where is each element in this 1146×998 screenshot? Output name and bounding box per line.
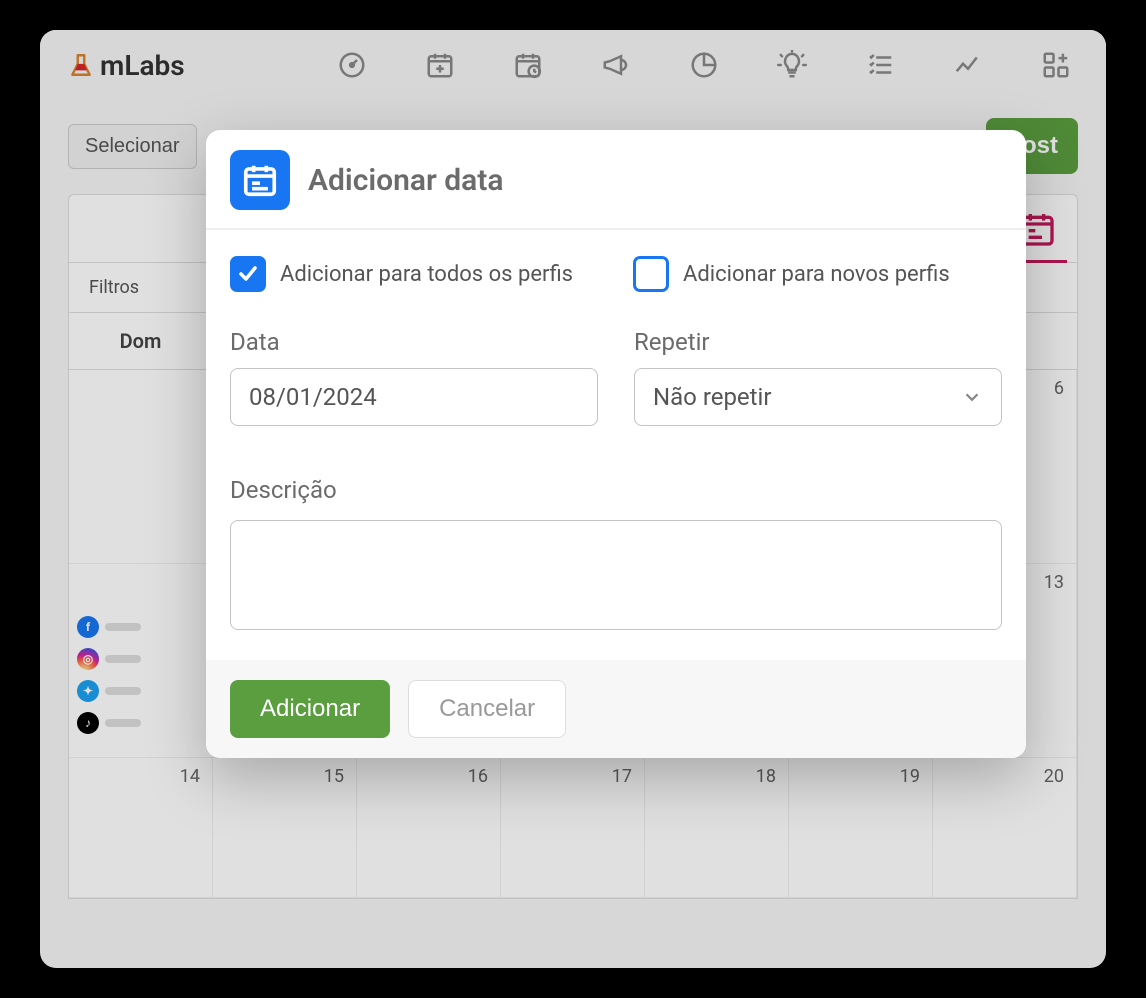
cell-day-number: 17 <box>612 766 632 787</box>
checkbox-new-profiles[interactable]: Adicionar para novos perfis <box>633 256 950 292</box>
checklist-icon[interactable] <box>865 50 895 80</box>
cell-day-number: 14 <box>180 766 200 787</box>
calendar-cell[interactable]: 18 <box>645 758 789 898</box>
repeat-select[interactable]: Não repetir <box>634 368 1002 426</box>
calendar-cell[interactable]: 16 <box>357 758 501 898</box>
cell-day-number: 18 <box>756 766 776 787</box>
date-label: Data <box>230 328 598 356</box>
logo-icon <box>68 52 94 78</box>
checkbox-label: Adicionar para todos os perfis <box>280 262 573 287</box>
modal-header: Adicionar data <box>206 130 1026 230</box>
app-window: mLabs Selecionar Post Filtros <box>40 30 1106 968</box>
chart-pie-icon[interactable] <box>689 50 719 80</box>
day-head: Dom <box>69 313 213 369</box>
cell-day-number: 6 <box>1054 378 1064 399</box>
checkbox-all-profiles[interactable]: Adicionar para todos os perfis <box>230 256 573 292</box>
social-badges: f ◎ ✦ ♪ <box>77 616 141 734</box>
add-date-modal: Adicionar data Adicionar para todos os p… <box>206 130 1026 758</box>
twitter-icon: ✦ <box>77 680 99 702</box>
checkbox-row: Adicionar para todos os perfis Adicionar… <box>230 256 1002 292</box>
calendar-add-icon[interactable] <box>425 50 455 80</box>
instagram-icon: ◎ <box>77 648 99 670</box>
calendar-cell[interactable]: 17 <box>501 758 645 898</box>
select-profile-button[interactable]: Selecionar <box>68 124 197 169</box>
filters-label: Filtros <box>89 277 139 298</box>
checkbox-checked-icon <box>230 256 266 292</box>
cell-day-number: 15 <box>324 766 344 787</box>
cell-day-number: 19 <box>900 766 920 787</box>
checkbox-unchecked-icon <box>633 256 669 292</box>
checkbox-label: Adicionar para novos perfis <box>683 262 950 287</box>
add-button[interactable]: Adicionar <box>230 680 390 738</box>
megaphone-icon[interactable] <box>601 50 631 80</box>
repeat-label: Repetir <box>634 328 1002 356</box>
modal-title: Adicionar data <box>308 163 503 198</box>
cell-day-number: 13 <box>1044 572 1064 593</box>
apps-add-icon[interactable] <box>1041 50 1071 80</box>
tiktok-icon: ♪ <box>77 712 99 734</box>
form-row: Data 08/01/2024 Repetir Não repetir <box>230 328 1002 426</box>
calendar-modal-icon <box>230 150 290 210</box>
logo: mLabs <box>68 49 185 82</box>
calendar-cell[interactable]: 14 <box>69 758 213 898</box>
chevron-down-icon <box>961 386 983 408</box>
logo-text: mLabs <box>100 49 185 82</box>
description-textarea[interactable] <box>230 520 1002 630</box>
facebook-icon: f <box>77 616 99 638</box>
calendar-cell[interactable]: 15 <box>213 758 357 898</box>
date-input[interactable]: 08/01/2024 <box>230 368 598 426</box>
calendar-cell[interactable] <box>69 370 213 564</box>
calendar-cell[interactable]: 20 <box>933 758 1077 898</box>
dashboard-icon[interactable] <box>337 50 367 80</box>
repeat-field-group: Repetir Não repetir <box>634 328 1002 426</box>
cancel-button[interactable]: Cancelar <box>408 680 566 738</box>
lightbulb-icon[interactable] <box>777 50 807 80</box>
trend-icon[interactable] <box>953 50 983 80</box>
cell-day-number: 16 <box>468 766 488 787</box>
calendar-cell[interactable]: 19 <box>789 758 933 898</box>
nav-icons <box>337 50 1071 80</box>
modal-body: Adicionar para todos os perfis Adicionar… <box>206 230 1026 660</box>
modal-footer: Adicionar Cancelar <box>206 660 1026 758</box>
calendar-cell[interactable]: f ◎ ✦ ♪ <box>69 564 213 758</box>
date-field-group: Data 08/01/2024 <box>230 328 598 426</box>
header: mLabs <box>40 30 1106 100</box>
description-label: Descrição <box>230 476 1002 504</box>
calendar-clock-icon[interactable] <box>513 50 543 80</box>
repeat-value: Não repetir <box>653 383 771 411</box>
cell-day-number: 20 <box>1044 766 1064 787</box>
